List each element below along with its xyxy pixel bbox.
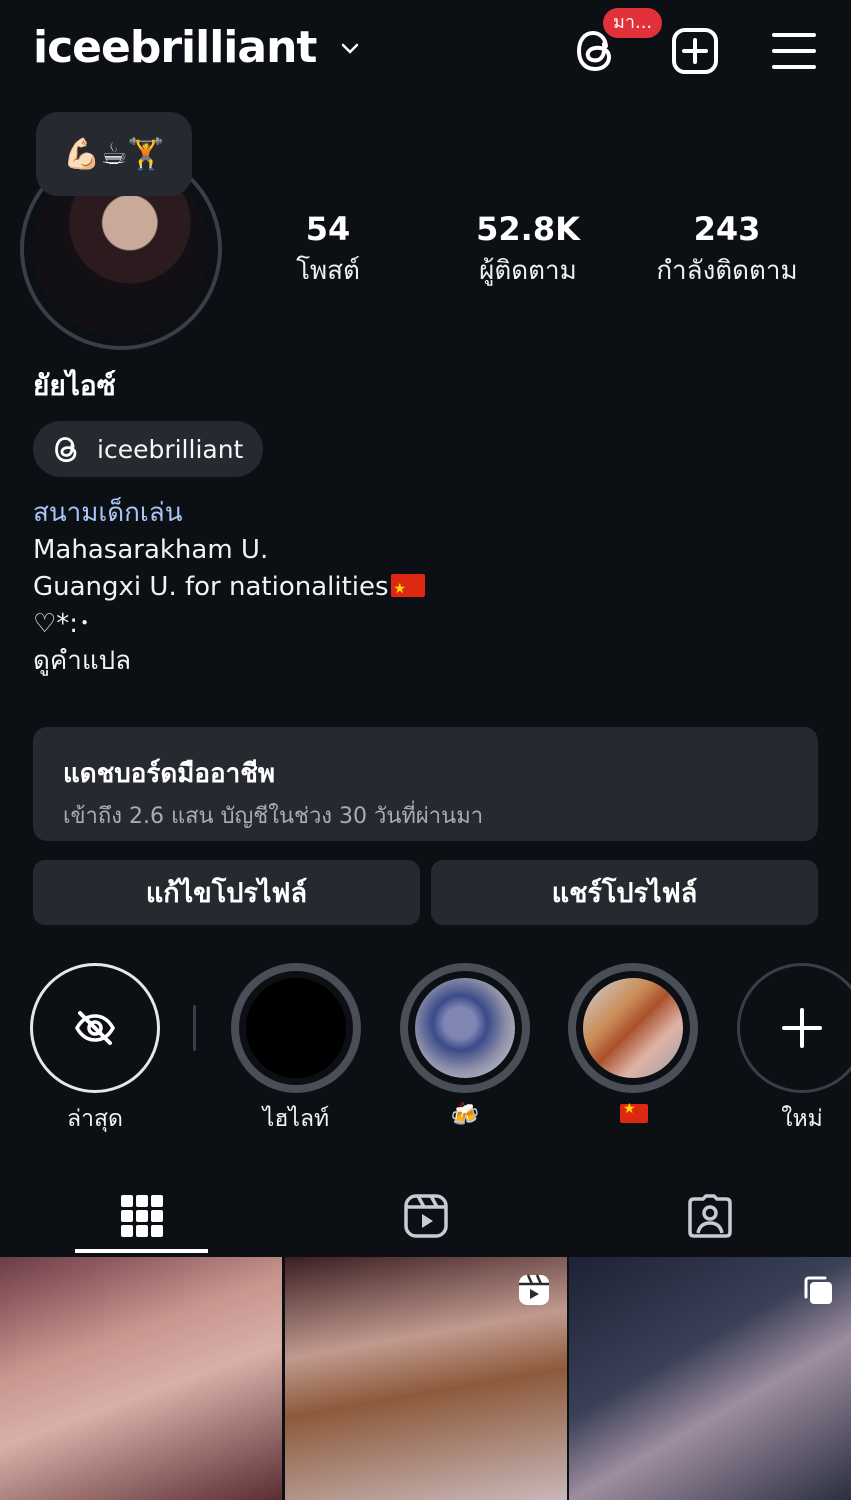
followers-value: 52.8K — [476, 210, 580, 248]
following-label: กำลังติดตาม — [656, 256, 798, 286]
post-thumbnail[interactable] — [569, 1257, 851, 1500]
highlights-divider — [193, 1005, 196, 1051]
post-thumbnail[interactable] — [0, 1257, 282, 1500]
highlight-label: 🍻 — [450, 1102, 480, 1128]
post-thumbnail[interactable] — [285, 1257, 567, 1500]
highlight-label — [568, 1101, 698, 1127]
highlight-new[interactable]: ใหม่ — [737, 963, 851, 1137]
highlight-highlights[interactable]: ไฮไลท์ — [231, 963, 361, 1137]
active-tab-indicator — [75, 1249, 208, 1253]
highlight-recent[interactable]: ล่าสุด — [30, 963, 160, 1137]
bio-line: Mahasarakham U. — [33, 535, 269, 565]
professional-dashboard[interactable]: แดชบอร์ดมืออาชีพ เข้าถึง 2.6 แสน บัญชีใน… — [33, 727, 818, 841]
following-count[interactable]: 243 กำลังติดตาม — [642, 210, 812, 291]
highlight-beer[interactable]: 🍻 — [400, 963, 530, 1128]
note-bubble[interactable]: 💪🏻☕🏋️ — [36, 112, 192, 196]
highlight-cover — [246, 978, 346, 1078]
grid-icon — [121, 1195, 163, 1237]
bio-line: Guangxi U. for nationalities — [33, 569, 425, 608]
threads-profile-link[interactable]: iceebrilliant — [33, 421, 264, 477]
posts-label: โพสต์ — [296, 256, 360, 286]
highlight-label: ไฮไลท์ — [262, 1106, 330, 1132]
username-switcher[interactable]: iceebrilliant — [33, 22, 317, 73]
tab-tagged[interactable] — [568, 1180, 851, 1252]
threads-notification-badge[interactable]: มา... — [603, 8, 663, 38]
hamburger-menu-icon[interactable] — [770, 30, 818, 72]
plus-icon — [782, 1008, 822, 1048]
reels-icon — [404, 1194, 448, 1238]
note-text: 💪🏻☕🏋️ — [63, 136, 165, 172]
threads-handle: iceebrilliant — [97, 434, 244, 464]
bio-line: ♡*:･ — [33, 609, 92, 639]
reels-icon — [519, 1274, 549, 1305]
posts-count[interactable]: 54 โพสต์ — [243, 210, 413, 291]
display-name: ยัยไอซ์ — [33, 369, 116, 402]
plus-square-icon[interactable] — [670, 26, 720, 76]
following-value: 243 — [693, 210, 761, 248]
chevron-down-icon[interactable] — [338, 36, 362, 60]
china-flag-icon — [620, 1101, 648, 1123]
threads-icon — [55, 437, 77, 463]
highlight-cover — [583, 978, 683, 1078]
highlight-label: ล่าสุด — [67, 1106, 123, 1132]
highlight-cover — [415, 978, 515, 1078]
bio-category-link[interactable]: สนามเด็กเล่น — [33, 495, 425, 532]
tagged-person-icon — [688, 1194, 732, 1238]
followers-count[interactable]: 52.8K ผู้ติดตาม — [443, 210, 613, 291]
dashboard-title: แดชบอร์ดมืออาชีพ — [63, 759, 276, 789]
tab-posts-grid[interactable] — [0, 1180, 284, 1252]
bio: สนามเด็กเล่น Mahasarakham U. Guangxi U. … — [33, 495, 425, 680]
posts-value: 54 — [305, 210, 351, 248]
edit-profile-button[interactable]: แก้ไขโปรไฟล์ — [33, 860, 420, 925]
carousel-icon — [804, 1276, 832, 1304]
highlight-label: ใหม่ — [781, 1106, 823, 1132]
eye-off-icon — [74, 1011, 116, 1045]
highlight-china[interactable] — [568, 963, 698, 1127]
dashboard-subtitle: เข้าถึง 2.6 แสน บัญชีในช่วง 30 วันที่ผ่า… — [63, 804, 484, 829]
tab-reels[interactable] — [284, 1180, 568, 1252]
followers-label: ผู้ติดตาม — [479, 256, 577, 286]
see-translation-link[interactable]: ดูคำแปล — [33, 643, 425, 680]
china-flag-icon — [390, 571, 425, 608]
share-profile-button[interactable]: แชร์โปรไฟล์ — [431, 860, 818, 925]
